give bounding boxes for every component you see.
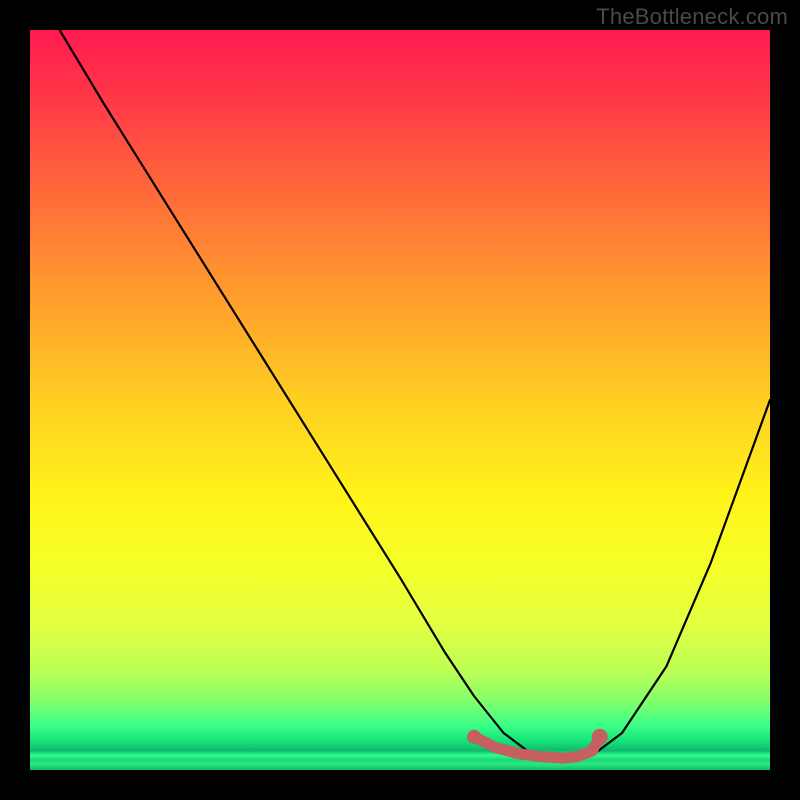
optimal-range-marker — [467, 729, 608, 758]
watermark-text: TheBottleneck.com — [596, 4, 788, 30]
curve-layer — [30, 30, 770, 770]
plot-area — [30, 30, 770, 770]
chart-container: TheBottleneck.com — [0, 0, 800, 800]
bottleneck-curve-line — [60, 30, 770, 763]
